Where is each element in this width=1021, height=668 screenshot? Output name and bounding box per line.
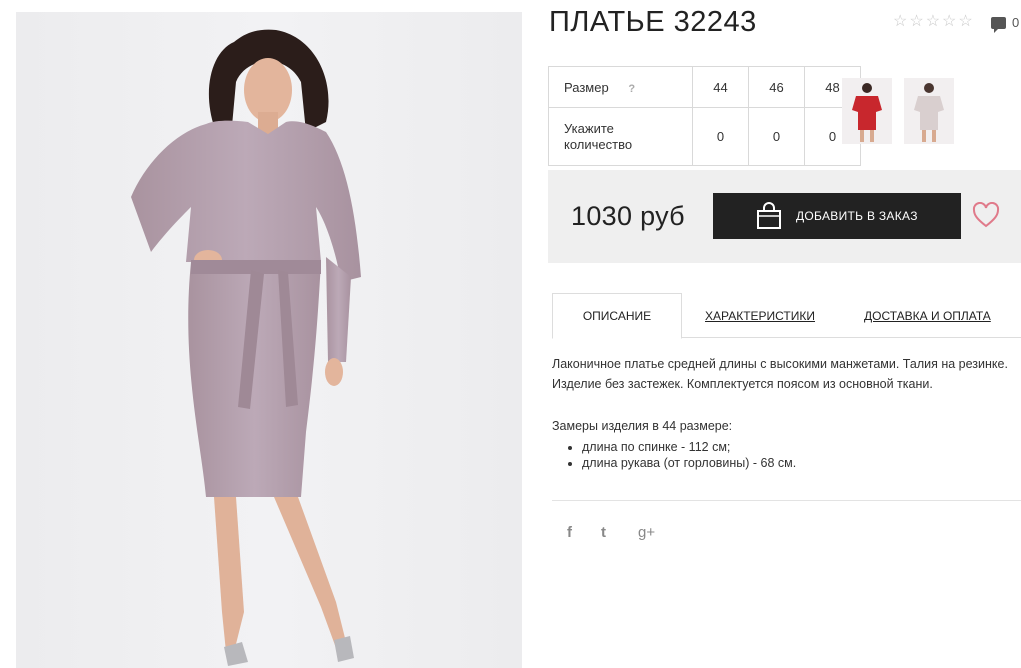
- size-label: Размер: [564, 79, 609, 95]
- size-44: 44: [692, 66, 749, 108]
- quantity-input-44[interactable]: 0: [692, 107, 749, 166]
- price-panel: 1030 руб ДОБАВИТЬ В ЗАКАЗ: [548, 170, 1021, 263]
- description-text: Лаконичное платье средней длины с высоки…: [552, 357, 1008, 391]
- twitter-icon[interactable]: t: [601, 524, 606, 541]
- facebook-icon[interactable]: f: [567, 524, 572, 541]
- google-plus-icon[interactable]: g+: [638, 524, 655, 541]
- quantity-row: Укажите количество 0 0 0: [548, 107, 861, 166]
- tab-characteristics[interactable]: ХАРАКТЕРИСТИКИ: [705, 294, 815, 338]
- tab-delivery-payment[interactable]: ДОСТАВКА И ОПЛАТА: [864, 294, 991, 338]
- size-46: 46: [748, 66, 805, 108]
- star-icon[interactable]: ☆: [942, 13, 956, 31]
- shopping-bag-icon: [757, 202, 781, 229]
- price: 1030 руб: [571, 201, 685, 231]
- rating-stars[interactable]: ☆ ☆ ☆ ☆ ☆: [893, 13, 973, 31]
- quantity-input-46[interactable]: 0: [748, 107, 805, 166]
- color-thumbnail-red[interactable]: [842, 78, 892, 144]
- dress-illustration: [131, 29, 361, 666]
- add-to-order-button[interactable]: ДОБАВИТЬ В ЗАКАЗ: [713, 193, 961, 239]
- help-icon[interactable]: ?: [628, 83, 635, 95]
- size-table: Размер ? 44 46 48 Укажите количество 0 0…: [548, 66, 861, 166]
- star-icon[interactable]: ☆: [909, 13, 923, 31]
- star-icon[interactable]: ☆: [958, 13, 972, 31]
- color-thumbnail-beige[interactable]: [904, 78, 954, 144]
- measures-list: длина по спинке - 112 см; длина рукава (…: [570, 439, 796, 471]
- product-title: ПЛАТЬЕ 32243: [549, 6, 757, 38]
- info-tabs: ОПИСАНИЕ ХАРАКТЕРИСТИКИ ДОСТАВКА И ОПЛАТ…: [552, 293, 1021, 339]
- add-to-order-label: ДОБАВИТЬ В ЗАКАЗ: [796, 209, 918, 223]
- list-item: длина по спинке - 112 см;: [582, 439, 796, 455]
- tab-description[interactable]: ОПИСАНИЕ: [552, 293, 682, 339]
- heart-icon[interactable]: [972, 202, 1000, 228]
- comment-icon: [991, 16, 1006, 33]
- measures-heading: Замеры изделия в 44 размере:: [552, 419, 733, 433]
- size-row: Размер ? 44 46 48: [548, 66, 861, 108]
- product-photo[interactable]: [16, 12, 522, 668]
- divider: [552, 500, 1021, 501]
- comments-count: 0: [1012, 15, 1020, 30]
- size-label-cell: Размер ?: [548, 66, 693, 108]
- star-icon[interactable]: ☆: [893, 13, 907, 31]
- comments-link[interactable]: 0: [991, 15, 1020, 33]
- list-item: длина рукава (от горловины) - 68 см.: [582, 455, 796, 471]
- quantity-label: Укажите количество: [548, 107, 693, 166]
- star-icon[interactable]: ☆: [926, 13, 940, 31]
